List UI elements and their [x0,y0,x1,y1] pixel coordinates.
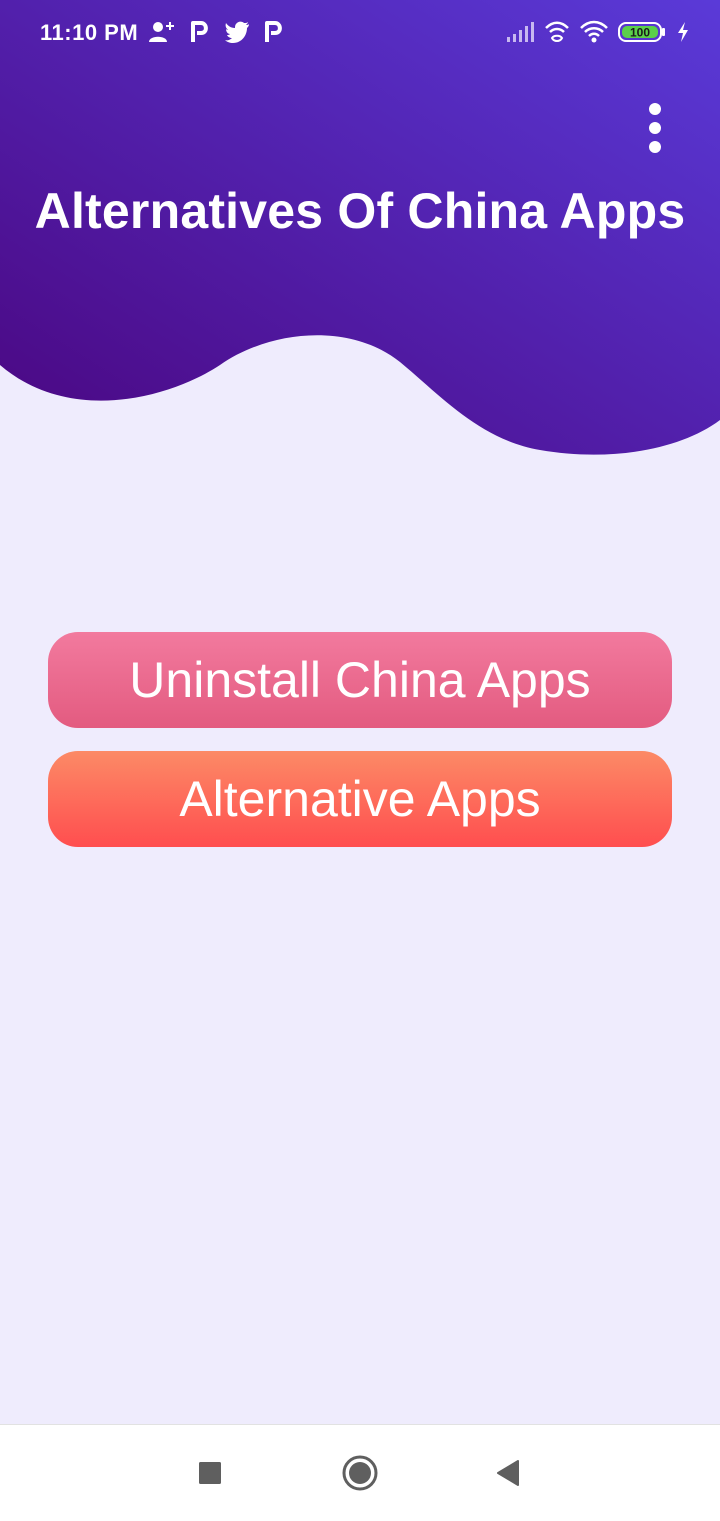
twitter-icon [224,21,250,43]
home-button[interactable] [336,1449,384,1497]
battery-level: 100 [630,26,650,40]
status-bar: 11:10 PM 100 [0,0,720,70]
back-button[interactable] [484,1449,532,1497]
alternative-apps-button[interactable]: Alternative Apps [48,751,672,847]
more-vert-icon [648,102,662,154]
notification-icons [148,20,284,44]
overflow-menu-button[interactable] [630,96,680,160]
circle-icon [341,1454,379,1492]
person-add-icon [148,20,176,44]
wifi-calling-icon [544,20,570,44]
p-app-icon [190,20,210,44]
triangle-back-icon [495,1459,521,1487]
charging-icon [676,21,690,43]
square-icon [198,1461,222,1485]
status-time: 11:10 PM [40,20,139,45]
recents-button[interactable] [186,1449,234,1497]
wifi-icon [580,20,608,44]
battery-icon: 100 [618,21,666,43]
app-title: Alternatives Of China Apps [34,183,686,239]
signal-icon [506,21,534,43]
system-navigation-bar [0,1424,720,1521]
system-icons: 100 [506,20,690,44]
p-app-icon [264,20,284,44]
uninstall-china-apps-button[interactable]: Uninstall China Apps [48,632,672,728]
